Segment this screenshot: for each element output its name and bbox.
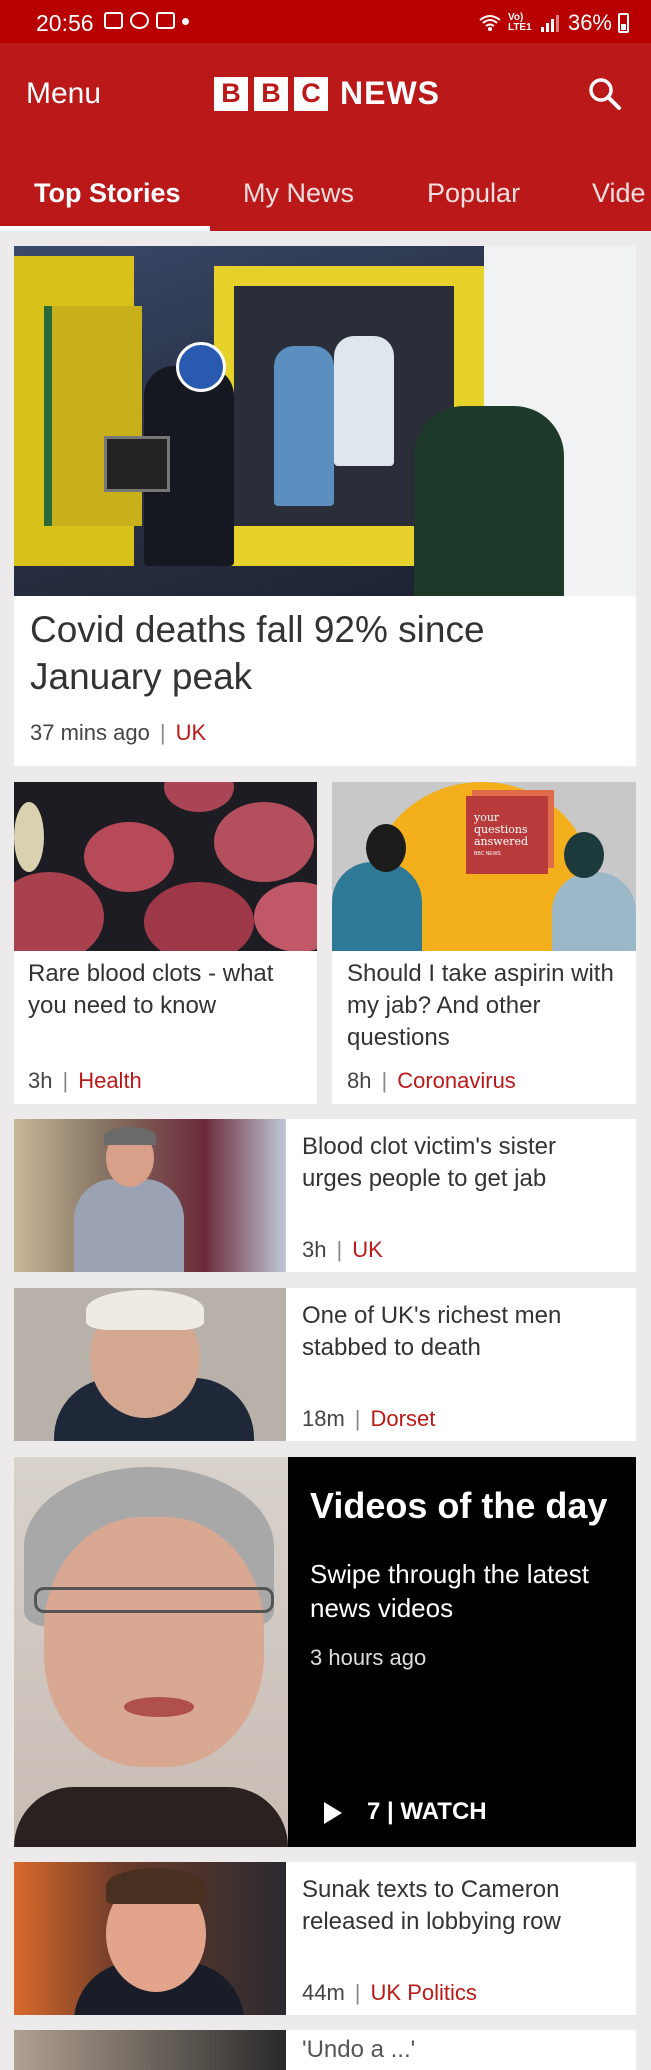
story-headline[interactable]: Should I take aspirin with my jab? And o… bbox=[347, 958, 627, 1054]
story-meta: 44m | UK Politics bbox=[302, 1980, 477, 2005]
logo-letter-b1: B bbox=[214, 76, 248, 111]
tab-top-stories[interactable]: Top Stories bbox=[34, 178, 181, 209]
story-meta: 3h | Health bbox=[28, 1068, 142, 1093]
story-card-richest-man[interactable]: One of UK's richest men stabbed to death… bbox=[14, 1288, 636, 1441]
story-image-elderly-man bbox=[14, 1288, 286, 1441]
story-time: 3h bbox=[302, 1237, 327, 1262]
image-text-line: BBC NEWS bbox=[474, 851, 501, 857]
tab-popular[interactable]: Popular bbox=[427, 178, 520, 209]
logo-word: NEWS bbox=[340, 75, 440, 111]
videos-subtitle: Swipe through the latest news videos bbox=[310, 1559, 589, 1623]
active-tab-indicator bbox=[0, 226, 210, 231]
story-section[interactable]: Coronavirus bbox=[397, 1068, 516, 1093]
story-image-questions: your questions answered BBC NEWS bbox=[332, 782, 636, 951]
app-header: Menu B B C NEWS Top Stories My News Popu… bbox=[0, 43, 651, 231]
gallery-icon bbox=[104, 12, 123, 29]
watch-button[interactable]: 7 | WATCH bbox=[367, 1798, 487, 1826]
story-headline[interactable]: Sunak texts to Cameron released in lobby… bbox=[302, 1874, 622, 1938]
play-icon[interactable] bbox=[322, 1800, 344, 1826]
lead-story-section[interactable]: UK bbox=[176, 720, 207, 745]
notification-icon bbox=[156, 12, 175, 29]
bbc-news-logo: B B C NEWS bbox=[214, 75, 440, 112]
story-section[interactable]: Dorset bbox=[371, 1406, 436, 1431]
story-image-blood-cells bbox=[14, 782, 317, 951]
story-card-blood-clots[interactable]: Rare blood clots - what you need to know… bbox=[14, 782, 317, 1104]
network-type: Vo) LTE1 bbox=[507, 12, 532, 33]
lead-story-headline[interactable]: Covid deaths fall 92% since January peak bbox=[30, 606, 610, 700]
story-headline[interactable]: Rare blood clots - what you need to know bbox=[28, 958, 298, 1022]
videos-title[interactable]: Videos of the day bbox=[310, 1485, 630, 1527]
battery-percent: 36% bbox=[567, 10, 612, 35]
story-headline[interactable]: One of UK's richest men stabbed to death bbox=[302, 1300, 622, 1364]
story-card-aspirin[interactable]: your questions answered BBC NEWS Should … bbox=[332, 782, 636, 1104]
signal-icon bbox=[540, 15, 559, 32]
notification-icons bbox=[104, 12, 189, 29]
story-meta: 18m | Dorset bbox=[302, 1406, 436, 1431]
menu-button[interactable]: Menu bbox=[26, 77, 101, 111]
videos-time: 3 hours ago bbox=[310, 1645, 427, 1670]
video-thumbnail bbox=[14, 1457, 288, 1847]
battery-icon bbox=[618, 13, 629, 33]
story-section[interactable]: UK bbox=[352, 1237, 383, 1262]
lead-story-time: 37 mins ago bbox=[30, 720, 150, 745]
status-time: 20:56 bbox=[36, 10, 94, 36]
story-time: 8h bbox=[347, 1068, 372, 1093]
wifi-icon bbox=[479, 15, 501, 31]
story-time: 18m bbox=[302, 1406, 345, 1431]
messenger-icon bbox=[130, 12, 149, 29]
story-card-sunak-texts[interactable]: Sunak texts to Cameron released in lobby… bbox=[14, 1862, 636, 2015]
search-icon[interactable] bbox=[588, 77, 622, 111]
story-time: 3h bbox=[28, 1068, 53, 1093]
story-image-cameron bbox=[14, 1862, 286, 2015]
story-section[interactable]: Health bbox=[78, 1068, 142, 1093]
story-meta: 8h | Coronavirus bbox=[347, 1068, 516, 1093]
tab-videos[interactable]: Vide bbox=[592, 178, 646, 209]
status-bar: 20:56 Vo) LTE1 36% bbox=[0, 0, 651, 43]
tab-my-news[interactable]: My News bbox=[243, 178, 354, 209]
story-image-partial bbox=[14, 2030, 286, 2070]
story-headline[interactable]: 'Undo a ...' bbox=[302, 2034, 622, 2066]
videos-of-the-day-card[interactable]: Videos of the day Swipe through the late… bbox=[14, 1457, 636, 1847]
lead-story-card[interactable]: Covid deaths fall 92% since January peak… bbox=[14, 246, 636, 766]
story-image-man bbox=[14, 1119, 286, 1272]
status-right: Vo) LTE1 36% bbox=[478, 10, 629, 36]
image-text-line: answered bbox=[474, 835, 529, 848]
story-meta: 3h | UK bbox=[302, 1237, 383, 1262]
more-dot-icon bbox=[182, 18, 189, 25]
story-time: 44m bbox=[302, 1980, 345, 2005]
logo-letter-b2: B bbox=[254, 76, 288, 111]
section-tabs: Top Stories My News Popular Vide bbox=[0, 168, 651, 231]
story-headline[interactable]: Blood clot victim's sister urges people … bbox=[302, 1131, 622, 1195]
story-card-partial[interactable]: 'Undo a ...' bbox=[14, 2030, 636, 2070]
story-section[interactable]: UK Politics bbox=[371, 1980, 477, 2005]
logo-letter-c: C bbox=[294, 76, 328, 111]
lead-story-image bbox=[14, 246, 636, 596]
lead-story-meta: 37 mins ago | UK bbox=[30, 720, 207, 745]
story-card-blood-clot-victim[interactable]: Blood clot victim's sister urges people … bbox=[14, 1119, 636, 1272]
questions-box: your questions answered BBC NEWS bbox=[466, 796, 548, 874]
